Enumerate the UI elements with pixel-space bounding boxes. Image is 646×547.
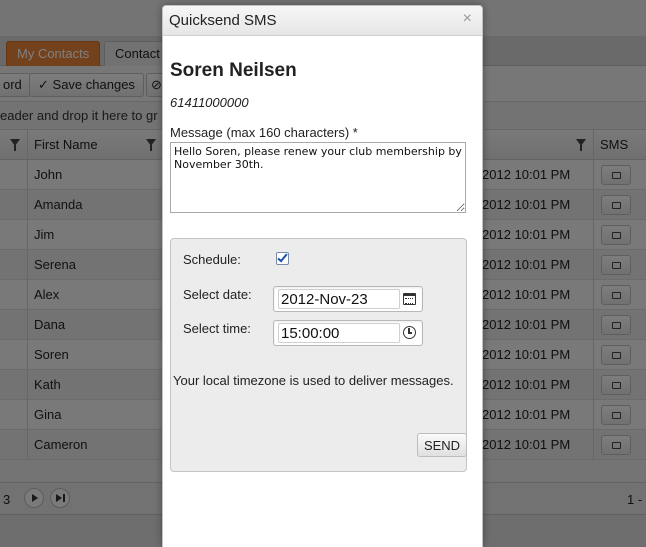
send-button[interactable]: SEND bbox=[417, 433, 467, 457]
date-input[interactable] bbox=[278, 289, 400, 309]
clock-icon bbox=[403, 326, 416, 339]
contact-name: Soren Neilsen bbox=[170, 60, 297, 81]
time-picker bbox=[273, 320, 423, 346]
time-input[interactable] bbox=[278, 323, 400, 343]
select-date-label: Select date: bbox=[183, 287, 252, 302]
clock-button[interactable] bbox=[401, 324, 419, 342]
schedule-label: Schedule: bbox=[183, 252, 241, 267]
dialog-titlebar[interactable]: Quicksend SMS × bbox=[163, 6, 482, 36]
timezone-note: Your local timezone is used to deliver m… bbox=[173, 373, 454, 388]
close-icon[interactable]: × bbox=[463, 10, 472, 28]
date-picker bbox=[273, 286, 423, 312]
calendar-button[interactable] bbox=[401, 290, 419, 308]
checkmark-icon bbox=[277, 251, 288, 263]
quicksend-sms-dialog: Quicksend SMS × Soren Neilsen 6141100000… bbox=[162, 5, 483, 547]
calendar-icon bbox=[403, 293, 416, 305]
phone-number: 61411000000 bbox=[170, 95, 249, 110]
schedule-panel: Schedule: Select date: Select time: Your… bbox=[170, 238, 467, 472]
message-label: Message (max 160 characters) * bbox=[170, 125, 358, 140]
dialog-title: Quicksend SMS bbox=[169, 12, 277, 29]
select-time-label: Select time: bbox=[183, 321, 251, 336]
schedule-checkbox[interactable] bbox=[276, 251, 289, 265]
message-textarea[interactable]: Hello Soren, please renew your club memb… bbox=[170, 142, 466, 213]
